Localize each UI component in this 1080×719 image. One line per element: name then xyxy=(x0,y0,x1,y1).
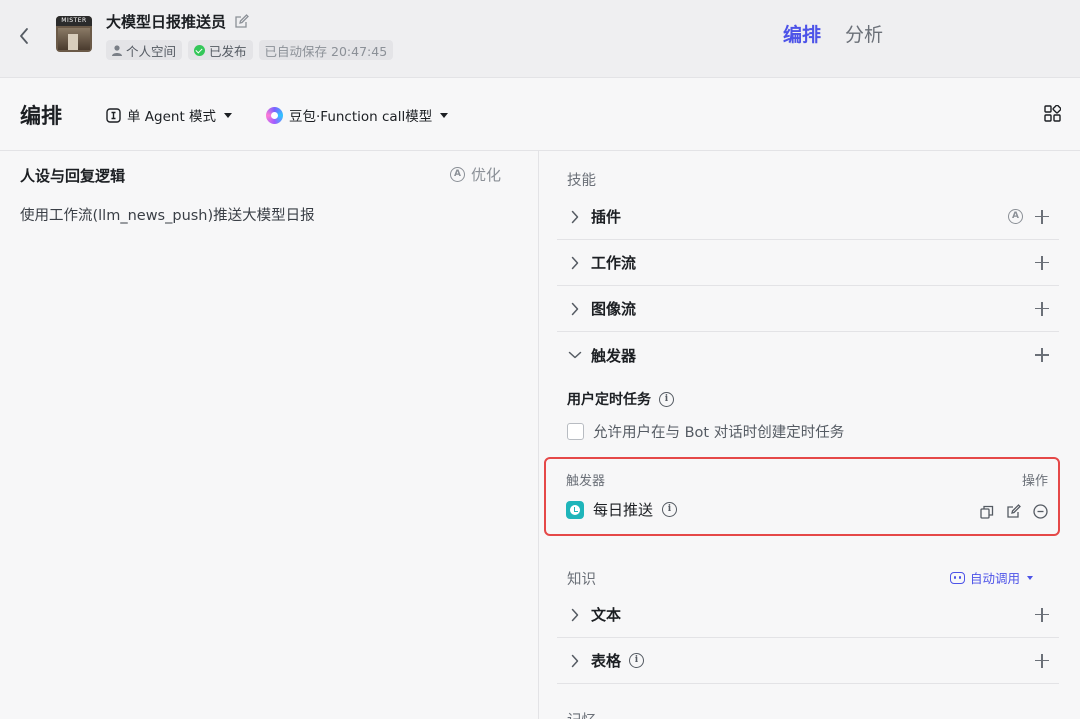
ai-optimize-icon: A xyxy=(450,167,465,182)
optimize-button[interactable]: A 优化 xyxy=(450,164,501,185)
grid-icon xyxy=(1044,104,1062,122)
chevron-down-icon xyxy=(567,351,583,359)
publish-status-label: 已发布 xyxy=(209,43,247,59)
caret-down-icon xyxy=(440,112,449,118)
user-icon xyxy=(112,44,122,56)
trigger-table: 触发器 操作 每日推送 i xyxy=(544,457,1060,536)
trigger-operations xyxy=(980,504,1048,523)
autosave-status: 已自动保存 20:47:45 xyxy=(258,40,394,60)
allow-schedule-option[interactable]: 允许用户在与 Bot 对话时创建定时任务 xyxy=(567,421,844,442)
prompt-panel: 人设与回复逻辑 A 优化 使用工作流(llm_news_push)推送大模型日报 xyxy=(0,151,539,719)
layout-grid-button[interactable] xyxy=(1044,104,1062,123)
table-label: 表格 xyxy=(591,652,622,670)
knowledge-label-text: 文本 xyxy=(591,606,622,624)
trigger-name: 每日推送 xyxy=(593,501,654,519)
chevron-right-icon xyxy=(567,302,583,316)
knowledge-row-table[interactable]: 表格 i xyxy=(557,638,1059,684)
avatar-door xyxy=(68,34,78,50)
info-icon[interactable]: i xyxy=(659,391,674,407)
user-schedule-label: 用户定时任务 xyxy=(567,392,651,408)
top-bar: MISTER 大模型日报推送员 个人空间 已发布 已自动保存 20:47:45 … xyxy=(0,0,1080,78)
skills-section-title: 技能 xyxy=(567,173,596,189)
clock-icon xyxy=(566,500,584,519)
knowledge-label-table: 表格 i xyxy=(591,650,645,671)
prompt-panel-title: 人设与回复逻辑 xyxy=(20,167,126,185)
agent-mode-label: 单 Agent 模式 xyxy=(127,109,217,125)
main-tabs: 编排 分析 xyxy=(783,20,883,47)
agent-mode-icon xyxy=(106,107,121,123)
prompt-editor[interactable]: 使用工作流(llm_news_push)推送大模型日报 xyxy=(20,204,315,225)
tab-arrange[interactable]: 编排 xyxy=(783,20,821,47)
auto-call-label: 自动调用 xyxy=(970,571,1021,586)
publish-status-badge: 已发布 xyxy=(188,40,253,60)
chevron-left-icon xyxy=(20,28,28,44)
edit-icon[interactable] xyxy=(1006,504,1021,523)
skill-row-imageflow[interactable]: 图像流 xyxy=(557,286,1059,332)
ai-auto-add-icon[interactable]: A xyxy=(1008,209,1023,224)
chevron-right-icon xyxy=(567,608,583,622)
doubao-logo-icon xyxy=(266,106,283,124)
skill-row-plugins[interactable]: 插件 A xyxy=(557,194,1059,240)
robot-icon xyxy=(950,571,965,584)
add-table-icon[interactable] xyxy=(1035,653,1049,668)
skill-label-trigger: 触发器 xyxy=(591,346,637,365)
copy-icon[interactable] xyxy=(980,504,994,523)
tab-analysis[interactable]: 分析 xyxy=(845,20,883,47)
caret-down-icon xyxy=(224,112,233,118)
check-circle-icon xyxy=(194,44,206,56)
bot-avatar[interactable]: MISTER xyxy=(56,16,92,52)
add-imageflow-icon[interactable] xyxy=(1035,301,1049,316)
bot-name: 大模型日报推送员 xyxy=(106,13,227,31)
skill-label-imageflow: 图像流 xyxy=(591,300,637,318)
add-text-icon[interactable] xyxy=(1035,607,1049,622)
add-workflow-icon[interactable] xyxy=(1035,255,1049,270)
operations-column-header: 操作 xyxy=(1021,474,1048,489)
arrange-toolbar: 编排 单 Agent 模式 豆包·Function call模型 xyxy=(0,78,1080,151)
avatar-sign: MISTER xyxy=(56,16,92,26)
agent-mode-dropdown[interactable]: 单 Agent 模式 xyxy=(106,105,233,125)
allow-schedule-label: 允许用户在与 Bot 对话时创建定时任务 xyxy=(593,425,845,441)
memory-section-title: 记忆 xyxy=(567,709,596,719)
skill-row-trigger[interactable]: 触发器 xyxy=(557,332,1059,378)
skill-label-workflow: 工作流 xyxy=(591,254,637,272)
add-plugin-icon[interactable] xyxy=(1035,209,1049,224)
space-tag-label: 个人空间 xyxy=(126,43,177,59)
autosave-label: 已自动保存 20:47:45 xyxy=(264,43,388,59)
optimize-label: 优化 xyxy=(471,166,502,184)
edit-name-icon[interactable] xyxy=(234,14,250,30)
caret-down-icon xyxy=(1027,575,1034,580)
trigger-item[interactable]: 每日推送 i xyxy=(566,499,678,520)
chevron-right-icon xyxy=(567,654,583,668)
allow-schedule-checkbox[interactable] xyxy=(567,423,584,440)
bot-meta-row: 个人空间 已发布 已自动保存 20:47:45 xyxy=(106,40,394,60)
skills-panel: 技能 插件 A 工作流 图像流 触发器 用户定时任务 i 允许用户在与 Bot … xyxy=(540,151,1080,719)
knowledge-section-title: 知识 xyxy=(567,572,596,588)
info-icon[interactable]: i xyxy=(629,653,645,668)
auto-call-dropdown[interactable]: 自动调用 xyxy=(950,568,1034,587)
add-trigger-icon[interactable] xyxy=(1035,348,1049,362)
model-dropdown[interactable]: 豆包·Function call模型 xyxy=(266,105,449,125)
info-icon[interactable]: i xyxy=(662,502,678,517)
space-tag: 个人空间 xyxy=(106,40,183,60)
chevron-right-icon xyxy=(567,210,583,224)
remove-icon[interactable] xyxy=(1033,504,1048,523)
chevron-right-icon xyxy=(567,256,583,270)
trigger-column-header: 触发器 xyxy=(566,474,606,489)
bot-name-row: 大模型日报推送员 xyxy=(106,11,250,32)
user-schedule-title: 用户定时任务 i xyxy=(567,389,674,409)
back-button[interactable] xyxy=(14,24,34,48)
page-title: 编排 xyxy=(20,104,62,128)
skill-label-plugins: 插件 xyxy=(591,208,622,226)
knowledge-row-text[interactable]: 文本 xyxy=(557,592,1059,638)
skill-row-workflow[interactable]: 工作流 xyxy=(557,240,1059,286)
model-label: 豆包·Function call模型 xyxy=(289,109,433,125)
